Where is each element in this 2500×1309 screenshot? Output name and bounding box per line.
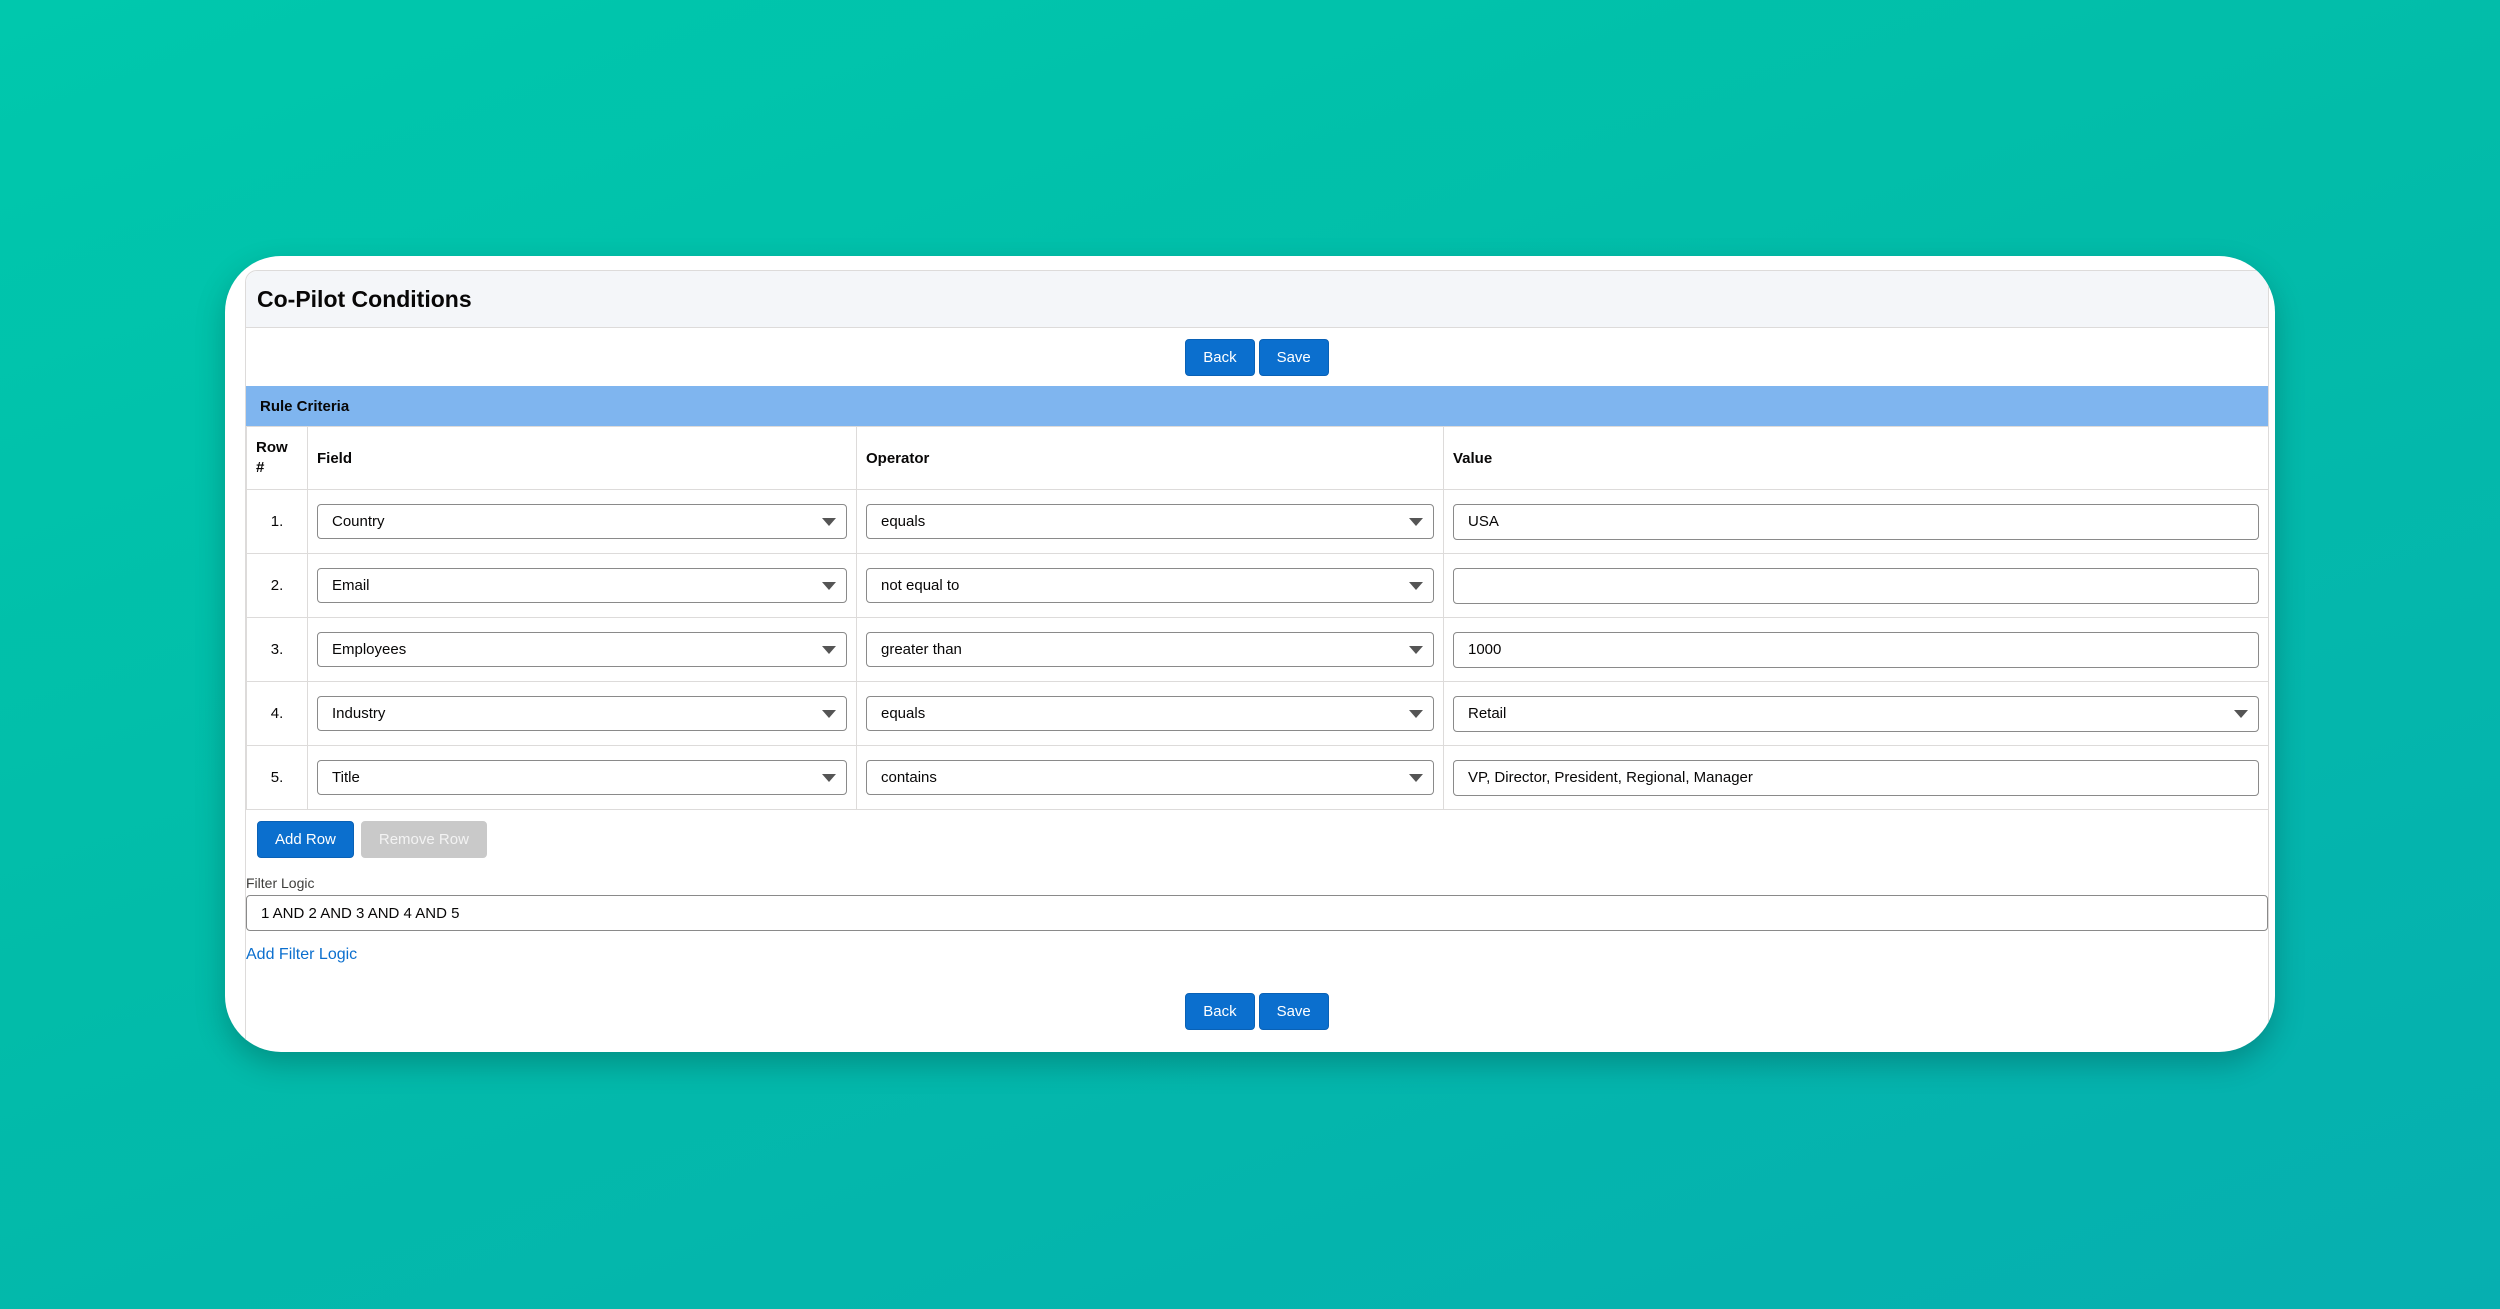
row-number: 2. [246, 553, 308, 618]
field-select-value: Title [332, 769, 360, 786]
value-input[interactable] [1453, 759, 2259, 796]
operator-select[interactable]: not equal to [866, 568, 1434, 603]
field-select-value: Country [332, 513, 385, 530]
chevron-down-icon [822, 582, 836, 590]
section-title: Rule Criteria [260, 397, 350, 415]
add-filter-logic-link[interactable]: Add Filter Logic [246, 946, 357, 964]
chevron-down-icon [822, 646, 836, 654]
operator-select-value: contains [881, 769, 937, 786]
operator-select[interactable]: greater than [866, 632, 1434, 667]
field-select-value: Employees [332, 641, 407, 658]
chevron-down-icon [2234, 709, 2248, 718]
field-cell: Industry [307, 681, 857, 746]
back-button-top[interactable]: Back [1185, 338, 1255, 376]
conditions-panel: Co-Pilot Conditions Back Save Rule Crite… [245, 270, 2269, 1052]
value-input[interactable] [1453, 567, 2259, 604]
table-row: 3. Employees greater than [246, 617, 2269, 682]
filter-logic-input[interactable] [246, 895, 2268, 931]
table-row: 5. Title contains [246, 745, 2269, 810]
column-header-value: Value [1443, 426, 2269, 490]
chevron-down-icon [1409, 646, 1423, 654]
value-select[interactable]: Retail [1453, 695, 2259, 732]
value-cell: Retail [1443, 681, 2269, 746]
criteria-table: Row # Field Operator Value 1. Country eq… [246, 426, 2269, 810]
filter-logic-label: Filter Logic [246, 875, 315, 891]
operator-cell: contains [856, 745, 1444, 810]
operator-select-value: equals [881, 705, 926, 722]
field-select[interactable]: Title [317, 760, 847, 795]
operator-select[interactable]: contains [866, 760, 1434, 795]
table-row: 4. Industry equals Retail [246, 681, 2269, 746]
table-header-row: Row # Field Operator Value [246, 426, 2269, 490]
field-select[interactable]: Industry [317, 696, 847, 731]
value-cell [1443, 489, 2269, 554]
remove-row-button[interactable]: Remove Row [360, 821, 487, 858]
table-row: 1. Country equals [246, 489, 2269, 554]
operator-cell: greater than [856, 617, 1444, 682]
page-header: Co-Pilot Conditions [246, 271, 2268, 328]
row-number: 4. [246, 681, 308, 746]
operator-select-value: not equal to [881, 577, 960, 594]
field-select[interactable]: Employees [317, 632, 847, 667]
save-button-top[interactable]: Save [1258, 338, 1329, 376]
operator-select-value: greater than [881, 641, 962, 658]
field-cell: Email [307, 553, 857, 618]
chevron-down-icon [1409, 582, 1423, 590]
chevron-down-icon [1409, 774, 1423, 782]
value-input[interactable] [1453, 631, 2259, 668]
add-row-button[interactable]: Add Row [257, 821, 354, 858]
field-cell: Title [307, 745, 857, 810]
value-cell [1443, 553, 2269, 618]
row-number: 3. [246, 617, 308, 682]
value-cell [1443, 617, 2269, 682]
top-button-bar: Back Save [246, 328, 2268, 386]
operator-cell: equals [856, 681, 1444, 746]
bottom-button-bar: Back Save [246, 993, 2268, 1030]
field-select-value: Email [332, 577, 370, 594]
operator-select[interactable]: equals [866, 696, 1434, 731]
row-number: 5. [246, 745, 308, 810]
chevron-down-icon [1409, 710, 1423, 718]
page-title: Co-Pilot Conditions [257, 285, 472, 312]
save-button-bottom[interactable]: Save [1258, 993, 1329, 1030]
conditions-card: Co-Pilot Conditions Back Save Rule Crite… [225, 256, 2275, 1052]
field-cell: Country [307, 489, 857, 554]
filter-logic-section: Filter Logic Add Filter Logic [246, 875, 2268, 964]
value-input[interactable] [1453, 503, 2259, 540]
row-actions: Add Row Remove Row [246, 810, 2268, 858]
row-number: 1. [246, 489, 308, 554]
field-select-value: Industry [332, 705, 386, 722]
column-header-field: Field [307, 426, 857, 490]
chevron-down-icon [822, 710, 836, 718]
rule-criteria-header: Rule Criteria [246, 386, 2268, 426]
field-select[interactable]: Email [317, 568, 847, 603]
column-header-operator: Operator [856, 426, 1444, 490]
operator-select[interactable]: equals [866, 504, 1434, 539]
chevron-down-icon [822, 774, 836, 782]
operator-cell: equals [856, 489, 1444, 554]
value-select-value: Retail [1468, 705, 1507, 722]
value-cell [1443, 745, 2269, 810]
operator-select-value: equals [881, 513, 926, 530]
field-select[interactable]: Country [317, 504, 847, 539]
operator-cell: not equal to [856, 553, 1444, 618]
field-cell: Employees [307, 617, 857, 682]
back-button-bottom[interactable]: Back [1185, 993, 1255, 1030]
chevron-down-icon [1409, 518, 1423, 526]
table-row: 2. Email not equal to [246, 553, 2269, 618]
chevron-down-icon [822, 518, 836, 526]
column-header-row-number: Row # [246, 426, 308, 490]
